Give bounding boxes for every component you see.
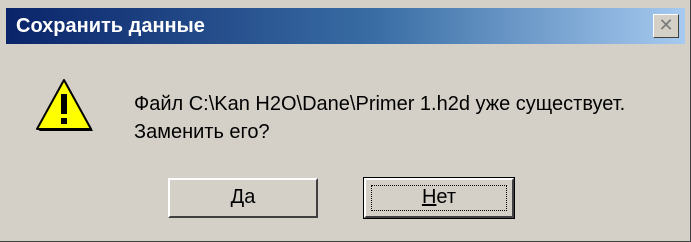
yes-label-rest: а [244,186,256,208]
close-button[interactable]: ✕ [653,14,679,38]
no-label-rest: ет [436,186,457,208]
yes-button-label: Да [231,186,256,208]
no-mnemonic: Н [421,186,437,208]
title-bar[interactable]: Сохранить данные ✕ [6,8,685,44]
no-button-label: Нет [422,186,456,208]
message-line-1: Файл C:\Kan H2O\Dane\Primer 1.h2d уже су… [134,93,626,115]
dialog-message: Файл C:\Kan H2O\Dane\Primer 1.h2d уже су… [134,90,625,146]
dialog-title: Сохранить данные [16,15,205,37]
no-button[interactable]: Нет [363,177,515,219]
warning-icon [36,79,93,131]
close-icon: ✕ [658,15,674,36]
message-line-2: Заменить его? [134,121,270,143]
yes-button[interactable]: Да [168,178,318,218]
confirm-overwrite-dialog: Сохранить данные ✕ Файл C:\Kan H2O\Dane\… [0,0,691,242]
yes-mnemonic: Д [230,186,245,208]
